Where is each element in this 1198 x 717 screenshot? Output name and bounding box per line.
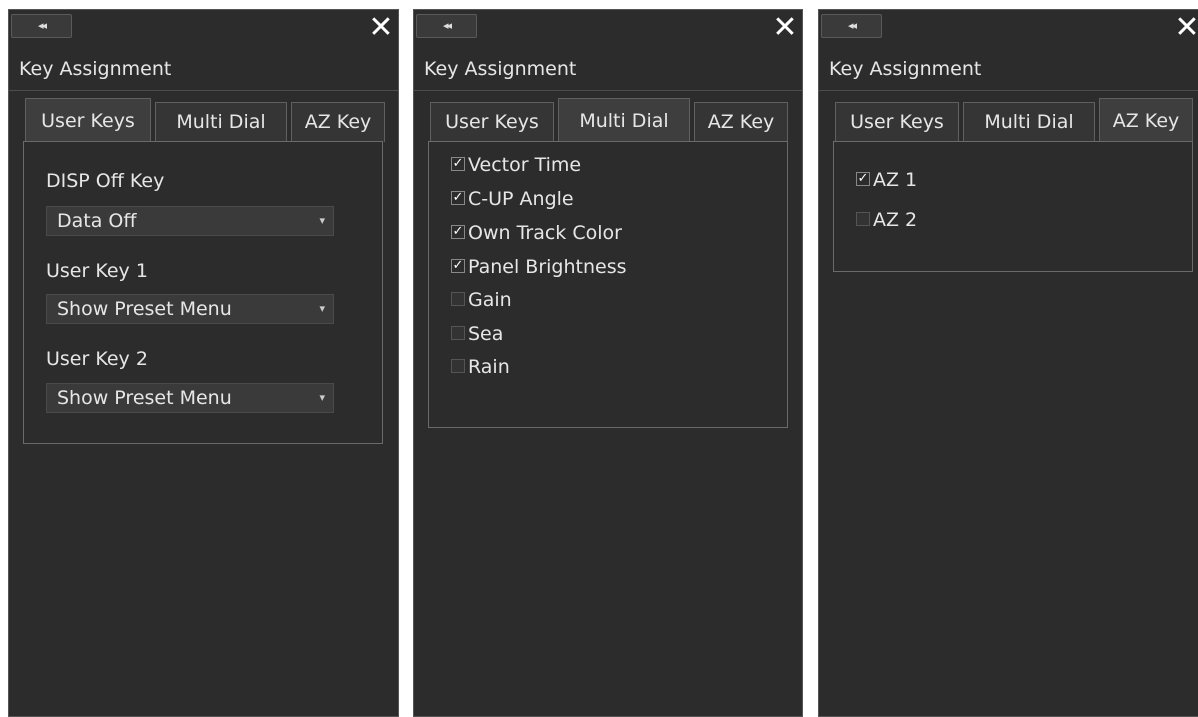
disp-off-key-value: Data Off <box>57 210 137 232</box>
user-key-1-value: Show Preset Menu <box>57 298 232 320</box>
checkbox-label: AZ 1 <box>873 169 918 191</box>
tab-az-key[interactable]: AZ Key <box>291 102 385 142</box>
tab-multi-dial[interactable]: Multi Dial <box>558 98 690 142</box>
close-button[interactable]: ✕ <box>367 13 395 43</box>
checkbox-label: C-UP Angle <box>468 188 574 210</box>
close-icon: ✕ <box>1174 10 1198 45</box>
checkbox-row-rain[interactable]: Rain <box>451 356 510 380</box>
collapse-button[interactable]: ◂◂ <box>11 14 72 38</box>
checkbox-icon[interactable] <box>451 358 465 373</box>
key-assignment-panel-multi-dial: ◂◂ ✕ Key Assignment User Keys Multi Dial… <box>413 9 803 717</box>
checkbox-label: Sea <box>468 323 504 345</box>
tab-user-keys[interactable]: User Keys <box>835 102 959 142</box>
tab-multi-dial[interactable]: Multi Dial <box>963 102 1095 142</box>
checkbox-label: Own Track Color <box>468 222 622 244</box>
checkbox-row-az-1[interactable]: ✓ AZ 1 <box>856 169 917 193</box>
dropdown-arrow-icon: ▾ <box>319 214 325 227</box>
key-assignment-panel-user-keys: ◂◂ ✕ Key Assignment User Keys Multi Dial… <box>8 9 399 717</box>
user-keys-content: DISP Off Key Data Off ▾ User Key 1 Show … <box>23 141 383 444</box>
dropdown-arrow-icon: ▾ <box>319 391 325 404</box>
checkbox-row-own-track-color[interactable]: ✓ Own Track Color <box>451 222 622 246</box>
checkbox-row-sea[interactable]: Sea <box>451 323 503 347</box>
title-divider <box>819 90 1198 91</box>
title-divider <box>414 90 802 91</box>
tab-az-key[interactable]: AZ Key <box>1099 98 1193 142</box>
tab-az-key[interactable]: AZ Key <box>694 102 788 142</box>
user-key-2-select[interactable]: Show Preset Menu ▾ <box>46 383 334 413</box>
tab-user-keys[interactable]: User Keys <box>25 98 151 142</box>
checkbox-label: Gain <box>468 289 512 311</box>
user-key-1-select[interactable]: Show Preset Menu ▾ <box>46 294 334 324</box>
checkbox-icon[interactable]: ✓ <box>856 171 870 186</box>
close-icon: ✕ <box>368 10 394 45</box>
user-key-2-label: User Key 2 <box>46 348 148 370</box>
disp-off-key-select[interactable]: Data Off ▾ <box>46 206 334 236</box>
checkbox-icon[interactable] <box>856 211 870 226</box>
checkbox-label: Vector Time <box>468 154 582 176</box>
checkbox-row-az-2[interactable]: AZ 2 <box>856 209 917 233</box>
checkbox-label: Panel Brightness <box>468 256 627 278</box>
close-button[interactable]: ✕ <box>771 13 799 43</box>
checkbox-label: AZ 2 <box>873 209 918 231</box>
checkbox-row-panel-brightness[interactable]: ✓ Panel Brightness <box>451 256 627 280</box>
double-chevron-left-icon: ◂◂ <box>442 19 452 32</box>
checkbox-icon[interactable]: ✓ <box>451 224 465 239</box>
close-button[interactable]: ✕ <box>1173 13 1198 43</box>
collapse-button[interactable]: ◂◂ <box>416 14 477 38</box>
collapse-button[interactable]: ◂◂ <box>821 14 882 38</box>
tab-multi-dial[interactable]: Multi Dial <box>155 102 287 142</box>
checkbox-icon[interactable]: ✓ <box>451 156 465 171</box>
checkbox-icon[interactable]: ✓ <box>451 258 465 273</box>
multi-dial-content: ✓ Vector Time ✓ C-UP Angle ✓ Own Track Colo… <box>428 141 788 428</box>
close-icon: ✕ <box>772 10 798 45</box>
panel-title: Key Assignment <box>19 58 172 80</box>
checkbox-row-vector-time[interactable]: ✓ Vector Time <box>451 154 581 178</box>
checkbox-row-gain[interactable]: Gain <box>451 289 512 313</box>
checkbox-icon[interactable]: ✓ <box>451 190 465 205</box>
panel-title: Key Assignment <box>424 58 577 80</box>
dropdown-arrow-icon: ▾ <box>319 302 325 315</box>
checkbox-row-c-up-angle[interactable]: ✓ C-UP Angle <box>451 188 574 212</box>
checkbox-icon[interactable] <box>451 291 465 306</box>
panel-title: Key Assignment <box>829 58 982 80</box>
key-assignment-panel-az-key: ◂◂ ✕ Key Assignment User Keys Multi Dial… <box>818 9 1198 717</box>
checkbox-label: Rain <box>468 356 510 378</box>
user-key-1-label: User Key 1 <box>46 260 148 282</box>
az-key-content: ✓ AZ 1 AZ 2 <box>833 141 1193 272</box>
disp-off-key-label: DISP Off Key <box>46 170 165 192</box>
tab-user-keys[interactable]: User Keys <box>430 102 554 142</box>
double-chevron-left-icon: ◂◂ <box>37 19 47 32</box>
user-key-2-value: Show Preset Menu <box>57 387 232 409</box>
checkbox-icon[interactable] <box>451 325 465 340</box>
title-divider <box>9 90 398 91</box>
double-chevron-left-icon: ◂◂ <box>847 19 857 32</box>
